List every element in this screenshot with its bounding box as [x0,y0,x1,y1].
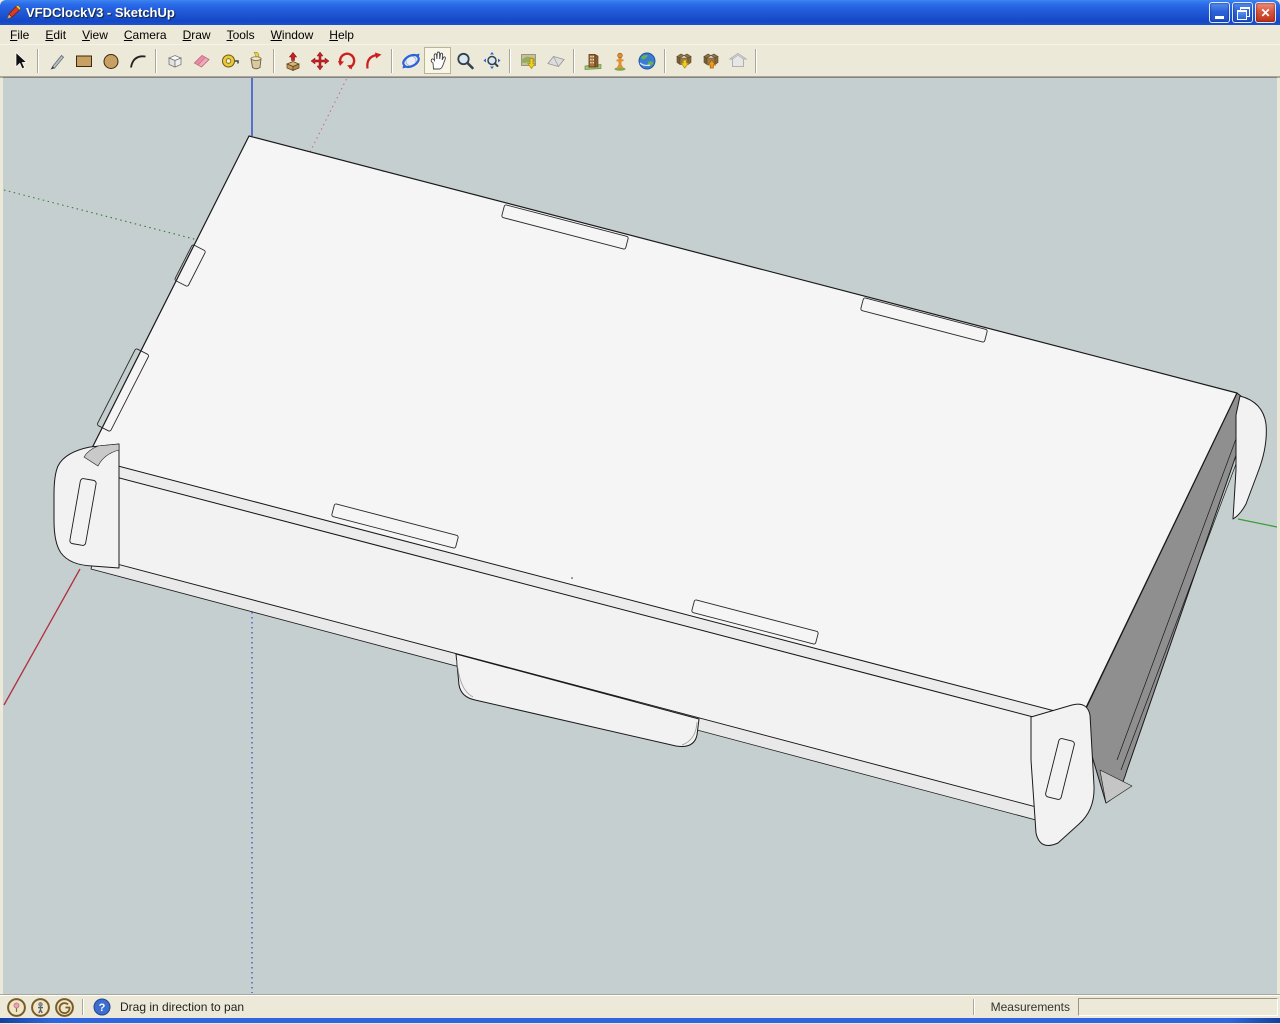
select-icon [15,51,27,69]
close-button[interactable]: ✕ [1255,2,1276,23]
make-component-tool-button[interactable] [161,47,188,74]
move-tool-button[interactable] [306,47,333,74]
rotate-icon [337,52,355,69]
minimize-button[interactable] [1209,2,1230,23]
eraser-icon [193,54,210,68]
toolbar-separator [664,48,666,73]
move-icon [310,51,329,70]
follow-me-tool-button[interactable] [360,47,387,74]
title-bar: VFDClockV3 - SketchUp ✕ [0,0,1280,25]
arc-icon [129,54,146,68]
terrain-icon [546,55,565,67]
svg-text:?: ? [99,1002,106,1014]
status-bar: ? Drag in direction to pan Measurements [0,996,1280,1018]
model-geometry [53,135,1267,846]
window-title: VFDClockV3 - SketchUp [26,5,175,20]
person-icon [614,52,625,71]
google-earth-tool-button[interactable] [633,47,660,74]
orbit-tool-button[interactable] [397,47,424,74]
menu-help[interactable]: Help [321,26,362,44]
pencil-icon [50,54,64,69]
tape-measure-tool-button[interactable] [215,47,242,74]
toolbar-separator [155,48,157,73]
pan-hand-icon [430,51,446,69]
app-icon [6,4,21,20]
credits-icon[interactable] [30,997,50,1017]
box-upload-icon [702,53,719,68]
eraser-tool-button[interactable] [188,47,215,74]
toolbar-separator [273,48,275,73]
circle-icon [103,53,118,69]
tape-measure-icon [221,54,239,67]
measurements-label: Measurements [990,1000,1070,1014]
statusbar-divider [82,999,84,1015]
geolocation-icon[interactable] [6,997,26,1017]
minimize-icon [1215,16,1224,19]
toolbar-separator [573,48,575,73]
photo-textures-tool-button[interactable] [579,47,606,74]
zoom-extents-tool-button[interactable] [478,47,505,74]
line-tool-button[interactable] [43,47,70,74]
box-download-icon [675,53,692,69]
rectangle-icon [75,55,92,67]
share-component-tool-button[interactable] [724,47,751,74]
house-disabled-icon [727,52,748,67]
help-icon[interactable]: ? [92,997,112,1017]
toolbar-separator [391,48,393,73]
add-location-tool-button[interactable] [515,47,542,74]
follow-me-icon [365,52,381,69]
menu-file[interactable]: File [2,26,37,44]
circle-tool-button[interactable] [97,47,124,74]
zoom-tool-button[interactable] [451,47,478,74]
toolbar [0,45,1280,77]
push-pull-icon [285,51,300,71]
menu-bar: File Edit View Camera Draw Tools Window … [0,25,1280,45]
component-cube-icon [167,54,182,68]
menu-tools[interactable]: Tools [219,26,263,44]
menu-edit[interactable]: Edit [37,26,74,44]
arc-tool-button[interactable] [124,47,151,74]
close-icon: ✕ [1260,5,1271,20]
paint-bucket-icon [249,51,261,69]
green-axis-dotted [3,189,199,241]
sign-in-icon[interactable] [54,997,74,1017]
add-location-icon [520,53,536,69]
modeling-canvas[interactable] [3,77,1277,994]
add-new-building-tool-button[interactable] [606,47,633,74]
zoom-extents-icon [483,51,500,69]
toolbar-separator [755,48,757,73]
toggle-terrain-tool-button[interactable] [542,47,569,74]
menu-view[interactable]: View [74,26,116,44]
globe-icon [638,52,655,69]
restore-icon [1237,7,1250,20]
share-model-tool-button[interactable] [697,47,724,74]
menu-window[interactable]: Window [263,26,322,44]
model-viewport [3,78,1277,993]
zoom-icon [456,52,474,69]
orbit-icon [401,53,420,68]
red-axis-dotted [309,78,348,153]
status-hint: Drag in direction to pan [120,1000,245,1014]
red-axis-solid [3,568,81,706]
push-pull-tool-button[interactable] [279,47,306,74]
restore-button[interactable] [1232,2,1253,23]
pan-tool-button[interactable] [424,47,451,74]
select-tool-button[interactable] [6,47,33,74]
building-icon [584,53,601,70]
toolbar-separator [509,48,511,73]
green-axis-solid [1237,518,1277,528]
menu-camera[interactable]: Camera [116,26,175,44]
get-models-tool-button[interactable] [670,47,697,74]
rectangle-tool-button[interactable] [70,47,97,74]
measurements-input[interactable] [1078,998,1278,1016]
paint-bucket-tool-button[interactable] [242,47,269,74]
window-frame-bottom [0,1018,1280,1023]
rotate-tool-button[interactable] [333,47,360,74]
toolbar-separator [37,48,39,73]
statusbar-divider [972,999,975,1015]
menu-draw[interactable]: Draw [175,26,219,44]
